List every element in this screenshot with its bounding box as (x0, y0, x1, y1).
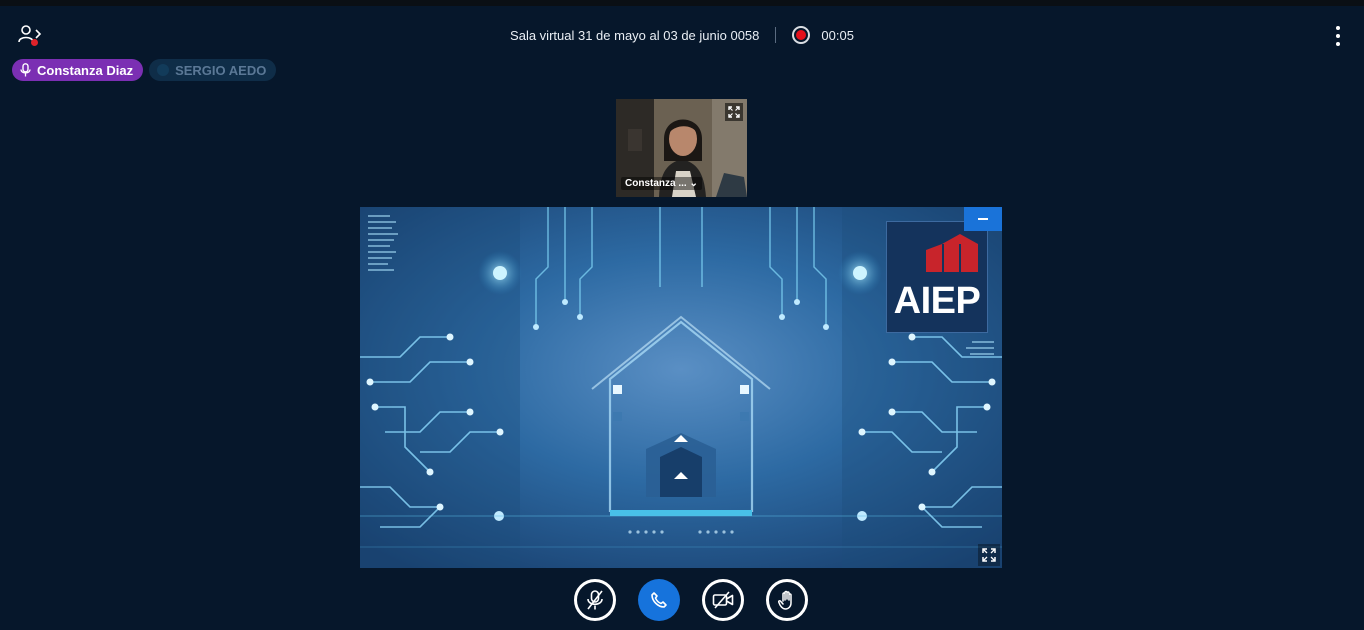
phone-audio-button[interactable] (638, 579, 680, 621)
webcam-user-name: Constanza ... (625, 178, 687, 189)
webcam-user-dropdown[interactable]: Constanza ... ⌄ (621, 177, 702, 190)
talking-indicator: Constanza Diaz SERGIO AEDO (12, 59, 277, 81)
raise-hand-icon (778, 590, 792, 610)
chevron-down-icon: ⌄ (689, 178, 698, 189)
talker-pill-sergio[interactable]: SERGIO AEDO (149, 59, 277, 81)
recording-time: 00:05 (821, 27, 854, 43)
idle-status-icon (157, 64, 170, 76)
title-bar: Sala virtual 31 de mayo al 03 de junio 0… (0, 22, 1364, 48)
fullscreen-presentation-button[interactable] (978, 544, 1000, 566)
mute-microphone-button[interactable] (574, 579, 616, 621)
room-title: Sala virtual 31 de mayo al 03 de junio 0… (510, 27, 760, 43)
call-controls (0, 579, 1364, 623)
talker-name: Constanza Diaz (37, 62, 134, 78)
top-strip (0, 0, 1364, 6)
aiep-logo: AIEP (886, 221, 988, 333)
mute-microphone-icon (587, 590, 603, 610)
fullscreen-icon (982, 548, 996, 562)
webcam-tile[interactable]: Constanza ... ⌄ (616, 99, 747, 197)
phone-icon (651, 592, 667, 608)
talker-pill-constanza[interactable]: Constanza Diaz (12, 59, 144, 81)
presentation-area: AIEP (360, 207, 1002, 568)
microphone-icon (20, 63, 31, 77)
expand-icon (728, 106, 740, 118)
minimize-presentation-button[interactable] (964, 207, 1002, 231)
share-webcam-button[interactable] (702, 579, 744, 621)
video-off-icon (712, 591, 734, 609)
minimize-icon (978, 218, 988, 220)
raise-hand-button[interactable] (766, 579, 808, 621)
expand-webcam-button[interactable] (725, 103, 743, 121)
more-options-icon[interactable] (1334, 26, 1342, 46)
aiep-logo-text: AIEP (893, 280, 981, 322)
talker-name: SERGIO AEDO (175, 62, 267, 78)
record-icon (796, 30, 807, 40)
record-button[interactable] (792, 26, 811, 44)
title-separator (775, 27, 777, 43)
